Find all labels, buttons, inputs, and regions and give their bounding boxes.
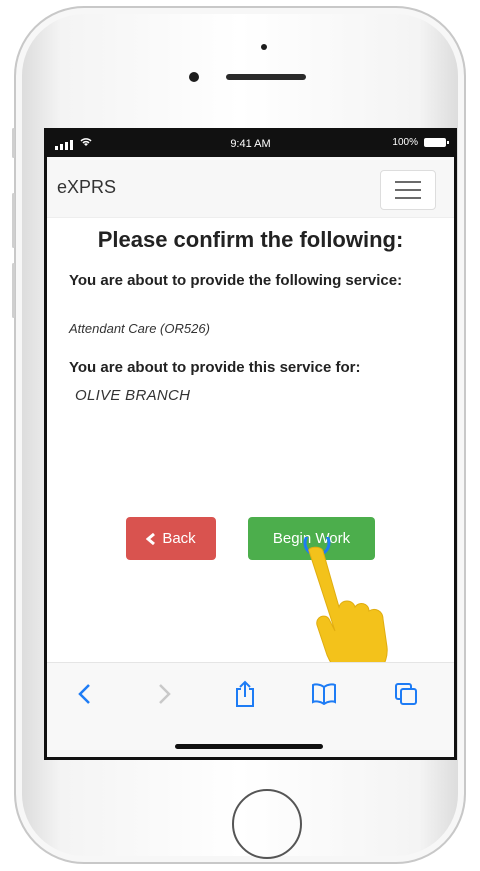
tabs-icon[interactable] — [391, 679, 421, 709]
home-button[interactable] — [232, 789, 302, 859]
forward-arrow-icon[interactable] — [150, 679, 180, 709]
battery-percent: 100% — [392, 137, 418, 148]
volume-up-button — [12, 193, 15, 248]
earpiece-speaker — [226, 74, 306, 80]
hamburger-menu-icon[interactable] — [380, 170, 436, 210]
home-indicator — [175, 744, 323, 749]
chevron-left-icon — [146, 532, 156, 545]
status-bar: 9:41 AM 100% — [47, 131, 454, 157]
share-icon[interactable] — [230, 679, 260, 709]
proximity-sensor — [261, 44, 267, 50]
mute-switch — [12, 128, 15, 158]
service-value: Attendant Care (OR526) — [69, 321, 210, 336]
front-camera — [189, 72, 199, 82]
client-value: OLIVE BRANCH — [75, 387, 191, 404]
volume-down-button — [12, 263, 15, 318]
service-label: You are about to provide the following s… — [69, 272, 403, 289]
brand-title[interactable]: eXPRS — [57, 177, 116, 198]
client-label: You are about to provide this service fo… — [69, 359, 361, 376]
back-button-label: Back — [162, 530, 196, 547]
page-title: Please confirm the following: — [97, 227, 404, 252]
app-navbar: eXPRS — [47, 157, 454, 218]
phone-screen: 9:41 AM 100% eXPRS Please confirm the fo… — [44, 128, 457, 760]
bookmarks-icon[interactable] — [309, 679, 339, 709]
back-arrow-icon[interactable] — [69, 679, 99, 709]
back-button[interactable]: Back — [126, 517, 216, 560]
browser-toolbar — [47, 662, 454, 757]
battery-icon — [424, 138, 449, 147]
